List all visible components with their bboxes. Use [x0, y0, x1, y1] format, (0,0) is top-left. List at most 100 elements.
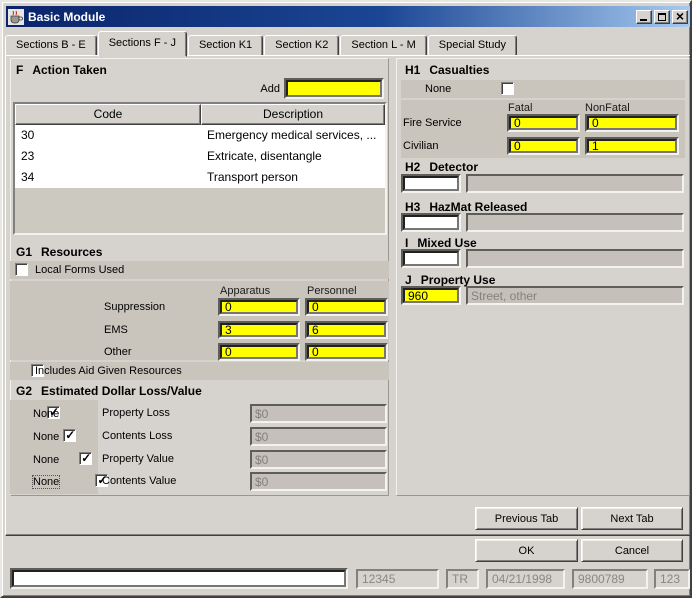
table-row[interactable]: 34 Transport person [15, 167, 385, 188]
property-use-code-wrap [401, 286, 461, 305]
table-row[interactable]: 23 Extricate, disentangle [15, 146, 385, 167]
other-apparatus-wrap [218, 343, 300, 361]
detector-code-input[interactable] [403, 176, 459, 191]
previous-tab-button[interactable]: Previous Tab [475, 507, 578, 530]
contents-loss-field: $0 [250, 427, 387, 446]
fire-service-fatal-wrap [507, 114, 580, 132]
contents-loss-label: Contents Loss [102, 430, 172, 442]
status-field-state: TR [446, 569, 479, 589]
contents-value-label: Contents Value [102, 475, 176, 487]
property-loss-none-label: None [33, 408, 59, 420]
action-taken-table-header: Code Description [15, 104, 385, 125]
detector-code-wrap [401, 174, 461, 193]
apparatus-column-header: Apparatus [220, 285, 270, 297]
nonfatal-column-header: NonFatal [585, 102, 630, 114]
maximize-button[interactable] [654, 10, 670, 24]
status-field-date: 04/21/1998 [486, 569, 565, 589]
ems-apparatus-input[interactable] [220, 323, 298, 337]
tab-section-k2[interactable]: Section K2 [264, 35, 339, 56]
contents-loss-none-label: None [33, 431, 59, 443]
hazmat-code-input[interactable] [403, 215, 459, 230]
contents-value-none-label: None [33, 476, 59, 488]
status-field-fdid: 12345 [356, 569, 439, 589]
tab-strip: Sections B - E Sections F - J Section K1… [5, 30, 518, 56]
ems-personnel-input[interactable] [307, 323, 386, 337]
action-taken-add-field-wrap [284, 78, 384, 99]
minimize-button[interactable] [636, 10, 652, 24]
column-header-code[interactable]: Code [15, 104, 201, 125]
suppression-apparatus-input[interactable] [220, 300, 298, 314]
ems-apparatus-wrap [218, 321, 300, 339]
suppression-label: Suppression [104, 301, 165, 313]
section-h3-header: H3HazMat Released [405, 200, 527, 214]
suppression-personnel-input[interactable] [307, 300, 386, 314]
fire-service-fatal-input[interactable] [509, 116, 578, 130]
casualties-none-label: None [425, 83, 451, 95]
tab-special-study[interactable]: Special Study [428, 35, 517, 56]
section-f-header: FAction Taken [16, 63, 107, 77]
includes-aid-given-resources-label: Includes Aid Given Resources [35, 365, 182, 377]
property-loss-field: $0 [250, 404, 387, 423]
fire-service-label: Fire Service [403, 117, 462, 129]
property-value-none-checkbox[interactable] [79, 452, 92, 465]
status-note-input[interactable] [12, 570, 346, 587]
fatal-column-header: Fatal [508, 102, 532, 114]
maximize-icon [658, 13, 666, 21]
app-icon[interactable] [8, 9, 24, 25]
other-apparatus-input[interactable] [220, 345, 298, 359]
property-value-none-label: None [33, 454, 59, 466]
civilian-fatal-wrap [507, 137, 580, 155]
contents-value-field: $0 [250, 472, 387, 491]
status-field-exposure: 123 [654, 569, 690, 589]
civilian-nonfatal-input[interactable] [587, 139, 677, 153]
cancel-button[interactable]: Cancel [581, 539, 683, 562]
detector-description-field [466, 174, 684, 193]
fire-service-nonfatal-wrap [585, 114, 679, 132]
other-label: Other [104, 346, 132, 358]
tab-section-l-m[interactable]: Section L - M [340, 35, 426, 56]
add-label: Add [212, 83, 280, 95]
title-bar: Basic Module [6, 6, 690, 27]
property-value-field: $0 [250, 450, 387, 469]
fire-service-nonfatal-input[interactable] [587, 116, 677, 130]
column-header-description[interactable]: Description [201, 104, 385, 125]
civilian-nonfatal-wrap [585, 137, 679, 155]
ems-label: EMS [104, 324, 128, 336]
tab-sections-b-e[interactable]: Sections B - E [5, 35, 97, 56]
next-tab-button[interactable]: Next Tab [581, 507, 683, 530]
close-button[interactable] [672, 10, 688, 24]
casualties-none-checkbox[interactable] [501, 82, 514, 95]
local-forms-used-checkbox[interactable] [15, 263, 28, 276]
window-title: Basic Module [28, 10, 634, 24]
section-i-header: IMixed Use [405, 236, 477, 250]
property-value-label: Property Value [102, 453, 174, 465]
table-row[interactable]: 30 Emergency medical services, ... [15, 125, 385, 146]
section-g1-header: G1Resources [16, 245, 102, 259]
civilian-label: Civilian [403, 140, 438, 152]
other-personnel-wrap [305, 343, 388, 361]
status-field-incident-number: 9800789 [572, 569, 648, 589]
suppression-apparatus-wrap [218, 298, 300, 316]
local-forms-used-label: Local Forms Used [35, 264, 124, 276]
action-taken-add-input[interactable] [286, 80, 382, 97]
civilian-fatal-input[interactable] [509, 139, 578, 153]
contents-loss-none-checkbox[interactable] [63, 429, 76, 442]
property-use-description-field: Street, other [466, 286, 684, 305]
tab-sections-f-j[interactable]: Sections F - J [98, 31, 187, 57]
hazmat-code-wrap [401, 213, 461, 232]
hazmat-description-field [466, 213, 684, 232]
minimize-icon [640, 19, 647, 21]
section-h2-header: H2Detector [405, 160, 478, 174]
personnel-column-header: Personnel [307, 285, 357, 297]
tab-section-k1[interactable]: Section K1 [188, 35, 263, 56]
mixed-use-description-field [466, 249, 684, 268]
ok-button[interactable]: OK [475, 539, 578, 562]
mixed-use-code-wrap [401, 249, 461, 268]
property-loss-label: Property Loss [102, 407, 170, 419]
mixed-use-code-input[interactable] [403, 251, 459, 266]
basic-module-window: Basic Module Sections B - E Sections F -… [0, 0, 692, 598]
other-personnel-input[interactable] [307, 345, 386, 359]
action-taken-table: Code Description 30 Emergency medical se… [13, 102, 387, 235]
status-note-wrap [10, 568, 348, 589]
property-use-code-input[interactable] [403, 288, 459, 303]
